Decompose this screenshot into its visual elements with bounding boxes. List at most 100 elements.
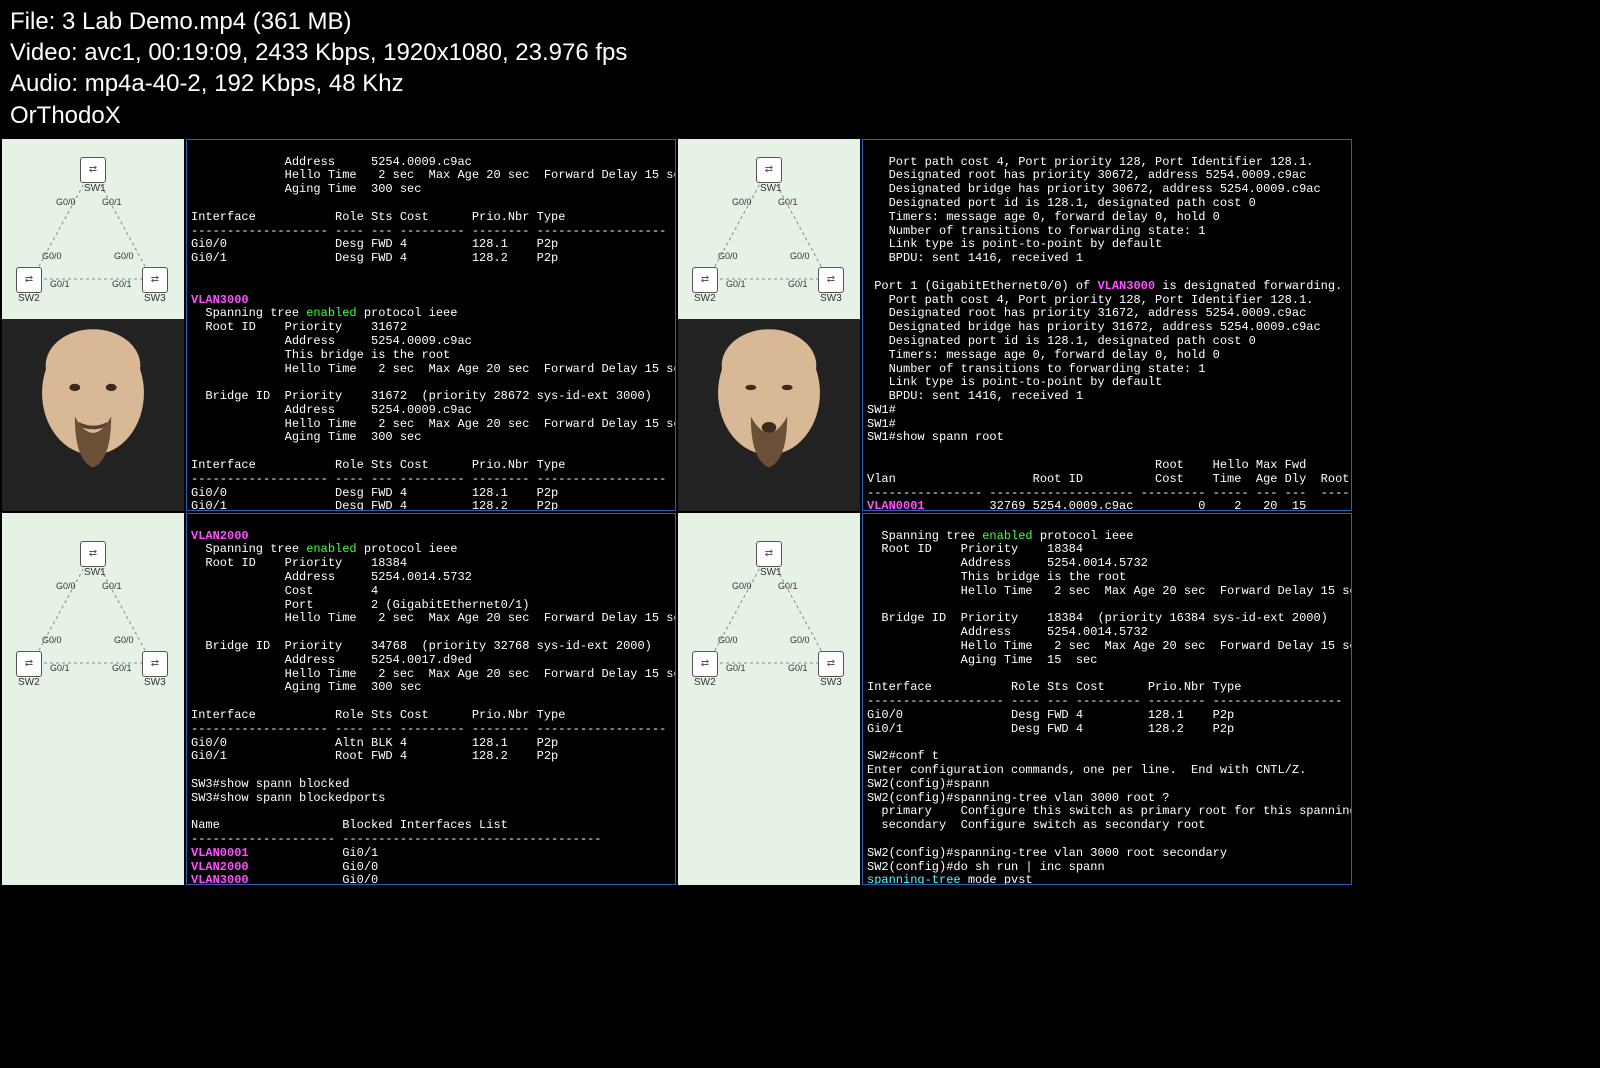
t4-line: SW2(config)#spanning-tree vlan 3000 root… bbox=[867, 791, 1169, 805]
switch-icon: ⇄ bbox=[756, 541, 782, 567]
t1-line: Gi0/1 Desg FWD 4 128.2 P2p bbox=[191, 499, 558, 510]
network-topology-1: ⇄ SW1 G0/0 G0/1 ⇄ SW2 G0/0 G0/1 ⇄ SW3 G0… bbox=[2, 139, 184, 319]
t3-line: Spanning tree bbox=[191, 542, 306, 556]
t3-line: Address 5254.0017.d9ed bbox=[191, 653, 472, 667]
t4-line: Interface Role Sts Cost Prio.Nbr Type bbox=[867, 680, 1241, 694]
t4-line: Root ID Priority 18384 bbox=[867, 542, 1083, 556]
network-topology-4: ⇄ SW1 G0/0 G0/1 ⇄ SW2 G0/0 G0/1 ⇄ SW3 G0… bbox=[678, 513, 860, 885]
sw1-label: SW1 bbox=[84, 567, 106, 578]
terminal-sw1-detail[interactable]: Port path cost 4, Port priority 128, Por… bbox=[862, 139, 1352, 511]
vlan-heading: VLAN3000 bbox=[191, 293, 249, 307]
t2-line: 32769 5254.0009.c9ac 0 2 20 15 bbox=[925, 499, 1307, 510]
t3-line: ------------------- ---- --- --------- -… bbox=[191, 722, 666, 736]
sw3-label: SW3 bbox=[144, 293, 166, 304]
port-label: G0/0 bbox=[42, 635, 62, 645]
t4-line: ------------------- ---- --- --------- -… bbox=[867, 694, 1342, 708]
t1-line: Hello Time 2 sec Max Age 20 sec Forward … bbox=[191, 168, 676, 182]
vlan-inline: VLAN3000 bbox=[1097, 279, 1155, 293]
t3-line: Gi0/1 bbox=[249, 846, 379, 860]
t2-line: Number of transitions to forwarding stat… bbox=[867, 362, 1205, 376]
switch-icon: ⇄ bbox=[142, 651, 168, 677]
sw3-label: SW3 bbox=[144, 677, 166, 688]
t4-line: Aging Time 15 sec bbox=[867, 653, 1097, 667]
t2-line: Link type is point-to-point by default bbox=[867, 375, 1162, 389]
t3-line: Cost 4 bbox=[191, 584, 378, 598]
t4-line: SW2#conf t bbox=[867, 749, 939, 763]
t3-line: Hello Time 2 sec Max Age 20 sec Forward … bbox=[191, 611, 676, 625]
t4-line: mode pvst bbox=[961, 873, 1033, 884]
port-label: G0/0 bbox=[718, 251, 738, 261]
t1-line: Hello Time 2 sec Max Age 20 sec Forward … bbox=[191, 362, 676, 376]
port-label: G0/0 bbox=[718, 635, 738, 645]
port-label: G0/1 bbox=[778, 197, 798, 207]
t1-line: Hello Time 2 sec Max Age 20 sec Forward … bbox=[191, 417, 676, 431]
t2-line: Number of transitions to forwarding stat… bbox=[867, 224, 1205, 238]
t4-line: Gi0/0 Desg FWD 4 128.1 P2p bbox=[867, 708, 1234, 722]
port-label: G0/1 bbox=[726, 663, 746, 673]
port-label: G0/0 bbox=[114, 251, 134, 261]
audio-line: Audio: mp4a-40-2, 192 Kbps, 48 Khz bbox=[10, 68, 1590, 99]
vlan-row: VLAN0001 bbox=[191, 846, 249, 860]
vlan-row: VLAN3000 bbox=[191, 873, 249, 884]
t4-line: Bridge ID Priority 18384 (priority 16384… bbox=[867, 611, 1328, 625]
t2-line: Designated root has priority 31672, addr… bbox=[867, 306, 1306, 320]
port-label: G0/1 bbox=[50, 663, 70, 673]
t2-line: Vlan Root ID Cost Time Age Dly Root Port bbox=[867, 472, 1352, 486]
t3-line: -------------------- -------------------… bbox=[191, 832, 601, 846]
switch-icon: ⇄ bbox=[80, 157, 106, 183]
t4-line: primary Configure this switch as primary… bbox=[867, 804, 1352, 818]
t2-line: is designated forwarding. bbox=[1155, 279, 1342, 293]
port-label: G0/1 bbox=[50, 279, 70, 289]
port-label: G0/1 bbox=[102, 197, 122, 207]
thumbnail-grid: ⇄ SW1 G0/0 G0/1 ⇄ SW2 G0/0 G0/1 ⇄ SW3 G0… bbox=[0, 137, 1600, 887]
sw1-label: SW1 bbox=[760, 183, 782, 194]
t1-line: Interface Role Sts Cost Prio.Nbr Type bbox=[191, 458, 565, 472]
port-label: G0/1 bbox=[112, 279, 132, 289]
t1-line: protocol ieee bbox=[357, 306, 458, 320]
terminal-sw2-config[interactable]: Spanning tree enabled protocol ieee Root… bbox=[862, 513, 1352, 885]
t2-line: Timers: message age 0, forward delay 0, … bbox=[867, 348, 1220, 362]
port-label: G0/0 bbox=[114, 635, 134, 645]
t4-line: SW2(config)#spanning-tree vlan 3000 root… bbox=[867, 846, 1227, 860]
port-label: G0/0 bbox=[732, 197, 752, 207]
port-label: G0/1 bbox=[788, 663, 808, 673]
t4-line: Address 5254.0014.5732 bbox=[867, 556, 1148, 570]
vlan-heading: VLAN2000 bbox=[191, 529, 249, 543]
sw1-label: SW1 bbox=[84, 183, 106, 194]
t2-line: SW1#show spann root bbox=[867, 430, 1004, 444]
t4-line: This bridge is the root bbox=[867, 570, 1126, 584]
sw2-label: SW2 bbox=[694, 677, 716, 688]
port-label: G0/1 bbox=[102, 581, 122, 591]
t2-line: Link type is point-to-point by default bbox=[867, 237, 1162, 251]
t3-line: Gi0/1 Root FWD 4 128.2 P2p bbox=[191, 749, 558, 763]
t3-line: Hello Time 2 sec Max Age 20 sec Forward … bbox=[191, 667, 676, 681]
t2-line: Port path cost 4, Port priority 128, Por… bbox=[867, 293, 1313, 307]
switch-icon: ⇄ bbox=[818, 651, 844, 677]
switch-icon: ⇄ bbox=[818, 267, 844, 293]
port-label: G0/0 bbox=[56, 581, 76, 591]
t1-line: Gi0/1 Desg FWD 4 128.2 P2p bbox=[191, 251, 558, 265]
t4-line: protocol ieee bbox=[1033, 529, 1134, 543]
t3-line: SW3#show spann blockedports bbox=[191, 791, 385, 805]
t2-line: Port 1 (GigabitEthernet0/0) of bbox=[867, 279, 1097, 293]
t1-line: Aging Time 300 sec bbox=[191, 182, 421, 196]
t4-line: Address 5254.0014.5732 bbox=[867, 625, 1148, 639]
t2-line: BPDU: sent 1416, received 1 bbox=[867, 389, 1083, 403]
port-label: G0/1 bbox=[778, 581, 798, 591]
t1-line: Address 5254.0009.c9ac bbox=[191, 155, 472, 169]
t2-line: Root Hello Max Fwd bbox=[867, 458, 1306, 472]
t3-line: Root ID Priority 18384 bbox=[191, 556, 407, 570]
t3-line: Aging Time 300 sec bbox=[191, 680, 421, 694]
t4-line: secondary Configure switch as secondary … bbox=[867, 818, 1205, 832]
port-label: G0/0 bbox=[790, 251, 810, 261]
t4-line: SW2(config)#spann bbox=[867, 777, 989, 791]
enabled-kw: enabled bbox=[306, 542, 356, 556]
t1-line: Interface Role Sts Cost Prio.Nbr Type bbox=[191, 210, 565, 224]
network-topology-3: ⇄ SW1 G0/0 G0/1 ⇄ SW2 G0/0 G0/1 ⇄ SW3 G0… bbox=[2, 513, 184, 885]
switch-icon: ⇄ bbox=[80, 541, 106, 567]
presenter-webcam-2 bbox=[678, 319, 860, 511]
terminal-sw1-spanning[interactable]: Address 5254.0009.c9ac Hello Time 2 sec … bbox=[186, 139, 676, 511]
terminal-sw3-blocked[interactable]: VLAN2000 Spanning tree enabled protocol … bbox=[186, 513, 676, 885]
t4-line: Hello Time 2 sec Max Age 20 sec Forward … bbox=[867, 639, 1352, 653]
port-label: G0/1 bbox=[112, 663, 132, 673]
